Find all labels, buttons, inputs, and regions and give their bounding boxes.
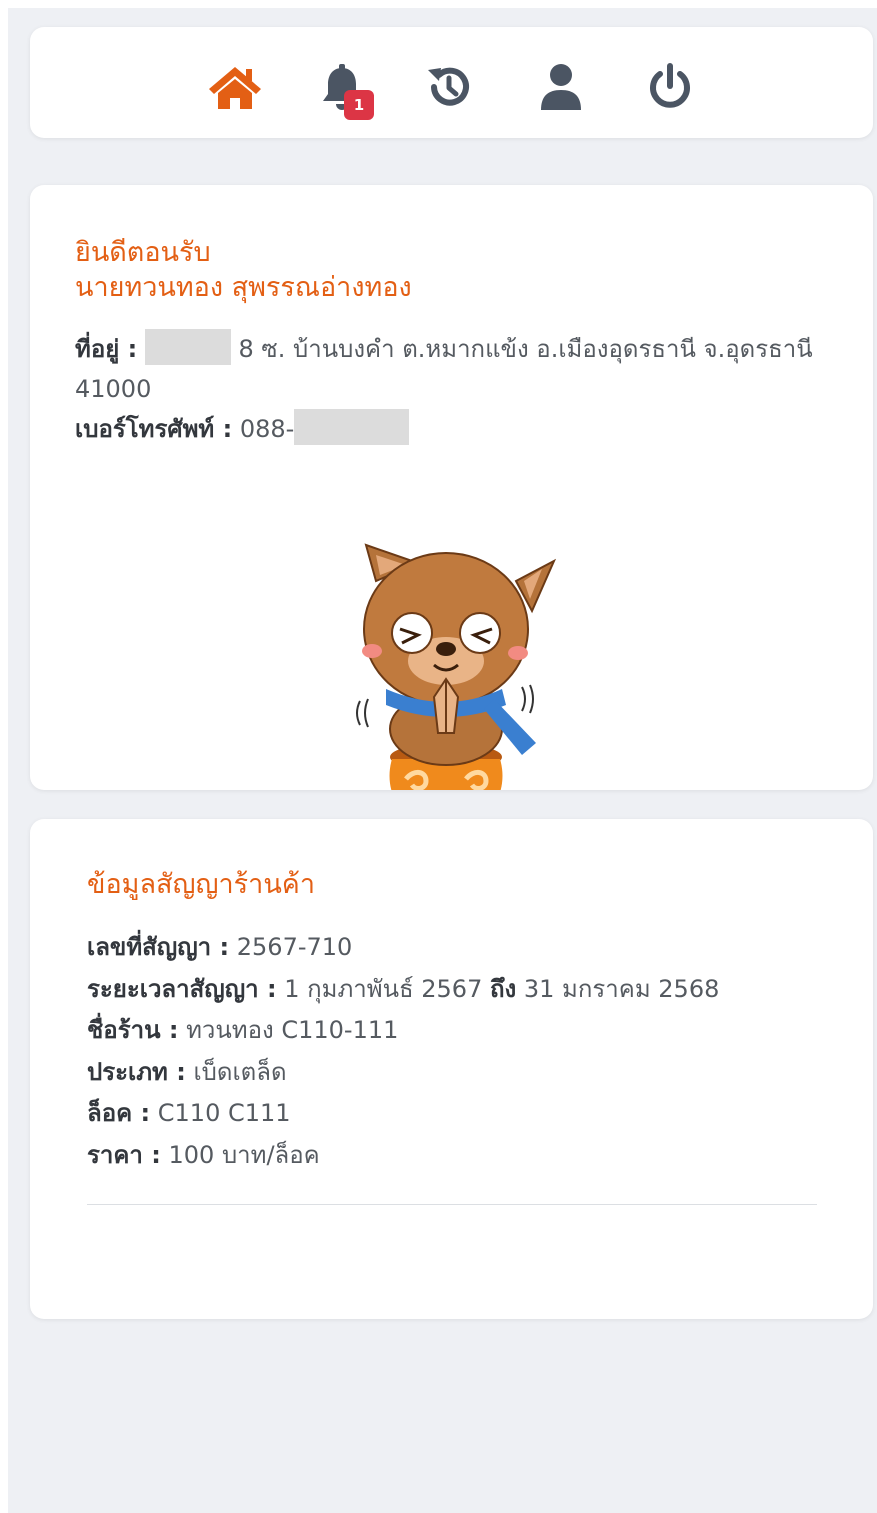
contract-number-row: เลขที่สัญญา : 2567-710 <box>87 927 719 969</box>
contract-number-value: 2567-710 <box>236 933 353 961</box>
nav-history-button[interactable] <box>421 59 477 115</box>
contract-period-to: ถึง <box>490 974 517 1003</box>
phone-label: เบอร์โทรศัพท์ : <box>75 415 233 443</box>
shop-type-row: ประเภท : เบ็ดเตล็ด <box>87 1052 719 1094</box>
shop-type-value: เบ็ดเตล็ด <box>193 1057 287 1086</box>
contract-details: เลขที่สัญญา : 2567-710 ระยะเวลาสัญญา : 1… <box>87 927 719 1176</box>
nav-profile-button[interactable] <box>533 59 589 115</box>
welcome-heading: ยินดีตอนรับ นายทวนทอง สุพรรณอ่างทอง <box>75 235 412 305</box>
address-label: ที่อยู่ : <box>75 335 138 363</box>
nav-logout-button[interactable] <box>642 59 698 115</box>
shop-type-label: ประเภท : <box>87 1057 186 1086</box>
price-value: 100 บาท/ล็อค <box>168 1140 320 1169</box>
welcome-card: ยินดีตอนรับ นายทวนทอง สุพรรณอ่างทอง ที่อ… <box>30 185 873 790</box>
contract-number-label: เลขที่สัญญา : <box>87 933 230 961</box>
divider <box>87 1204 817 1205</box>
lock-label: ล็อค : <box>87 1099 151 1127</box>
welcome-greeting: ยินดีตอนรับ <box>75 237 211 268</box>
phone-value: 088- <box>239 415 295 443</box>
price-row: ราคา : 100 บาท/ล็อค <box>87 1135 719 1177</box>
contract-period-label: ระยะเวลาสัญญา : <box>87 974 277 1003</box>
contract-period-start: 1 กุมภาพันธ์ 2567 <box>284 974 483 1003</box>
top-navbar: 1 <box>30 27 873 138</box>
power-icon <box>650 63 690 108</box>
contract-period-end: 31 มกราคม 2568 <box>523 974 720 1003</box>
user-icon <box>541 64 581 110</box>
user-full-name: นายทวนทอง สุพรรณอ่างทอง <box>75 272 412 303</box>
nav-notifications-button[interactable]: 1 <box>314 59 374 120</box>
shop-name-label: ชื่อร้าน : <box>87 1016 179 1044</box>
home-icon <box>209 67 261 109</box>
notification-badge: 1 <box>344 90 374 120</box>
price-label: ราคา : <box>87 1140 161 1169</box>
nav-home-button[interactable] <box>207 59 263 115</box>
app-background: 1 ยินดีตอนรับ นายทวนทอง สุพรรณอ่างทอง ที… <box>8 8 877 1513</box>
lock-row: ล็อค : C110 C111 <box>87 1093 719 1135</box>
mascot-dog-image <box>356 543 557 790</box>
lock-value: C110 C111 <box>157 1099 291 1127</box>
redacted-house-number <box>144 329 231 365</box>
redacted-phone-number <box>294 409 410 445</box>
address-line: ที่อยู่ : 8 ซ. บ้านบงคำ ต.หมากแข้ง อ.เมื… <box>75 329 815 409</box>
contract-card: ข้อมูลสัญญาร้านค้า เลขที่สัญญา : 2567-71… <box>30 819 873 1319</box>
shop-name-row: ชื่อร้าน : ทวนทอง C110-111 <box>87 1010 719 1052</box>
contract-title: ข้อมูลสัญญาร้านค้า <box>87 869 316 900</box>
history-icon <box>428 67 469 106</box>
contract-period-row: ระยะเวลาสัญญา : 1 กุมภาพันธ์ 2567 ถึง 31… <box>87 969 719 1011</box>
phone-line: เบอร์โทรศัพท์ : 088- <box>75 409 410 449</box>
shop-name-value: ทวนทอง C110-111 <box>186 1016 399 1044</box>
